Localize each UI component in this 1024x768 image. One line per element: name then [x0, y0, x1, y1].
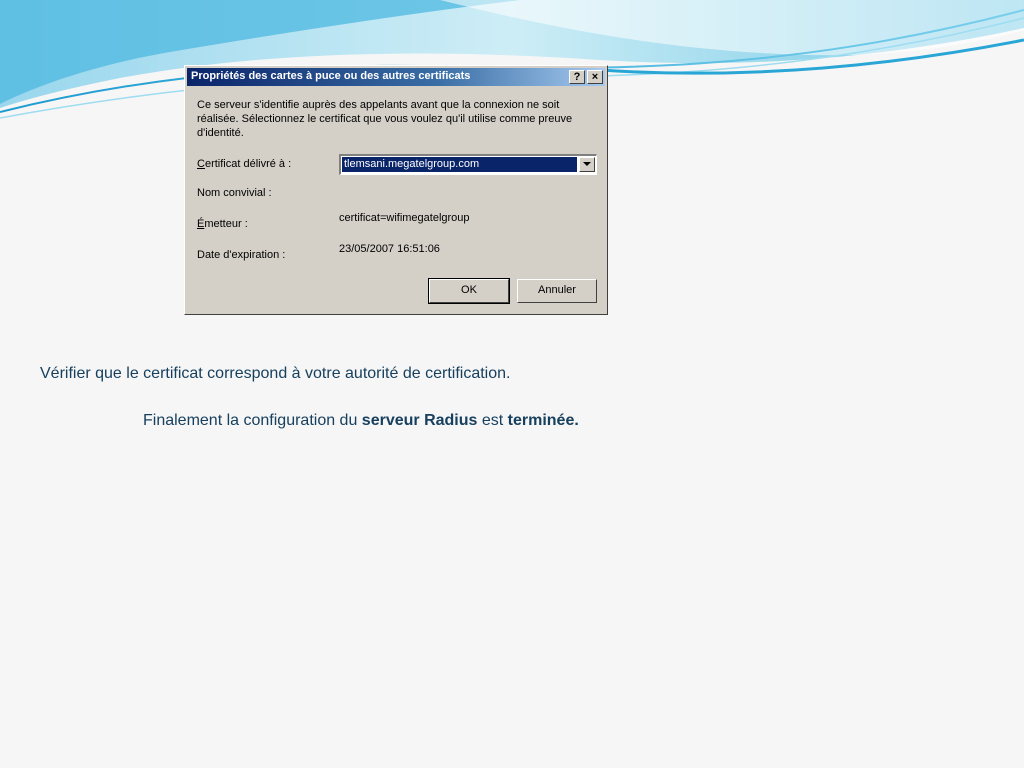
expiration-date-value: 23/05/2007 16:51:06 — [339, 243, 440, 255]
certificate-label-mnemonic: C — [197, 158, 205, 170]
dropdown-arrow-button[interactable] — [579, 157, 595, 172]
friendly-name-label: Nom convivial : — [197, 187, 272, 199]
issuer-label: Émetteur : — [197, 218, 248, 230]
dialog-titlebar[interactable]: Propriétés des cartes à puce ou des autr… — [187, 68, 605, 86]
caption-text-part1: Finalement la configuration du — [143, 412, 362, 429]
help-button[interactable]: ? — [569, 70, 585, 84]
caption-text-part2: est — [477, 412, 508, 429]
dialog-title: Propriétés des cartes à puce ou des autr… — [191, 70, 471, 82]
ok-button[interactable]: OK — [428, 278, 510, 304]
caption-radius-server: serveur Radius — [361, 412, 478, 429]
expiration-date-label: Date d'expiration : — [197, 249, 286, 261]
certificate-label-rest: ertificat délivré à : — [204, 158, 292, 170]
issuer-label-rest: metteur : — [204, 218, 248, 230]
configuration-complete-caption: Finalement la configuration du serveur R… — [143, 412, 579, 430]
certificate-dropdown[interactable]: tlemsani.megatelgroup.com — [339, 154, 597, 175]
cancel-button[interactable]: Annuler — [517, 279, 597, 303]
chevron-down-icon — [583, 162, 591, 166]
certificate-selected-value: tlemsani.megatelgroup.com — [342, 157, 577, 172]
certificate-properties-dialog: Propriétés des cartes à puce ou des autr… — [184, 65, 608, 315]
verify-certificate-caption: Vérifier que le certificat correspond à … — [40, 365, 511, 382]
certificate-issued-to-label: Certificat délivré à : — [197, 158, 291, 170]
caption-finished: terminée. — [507, 412, 579, 429]
close-button[interactable]: × — [587, 70, 603, 84]
intro-text: Ce serveur s'identifie auprès des appela… — [197, 99, 573, 139]
issuer-value: certificat=wifimegatelgroup — [339, 212, 470, 224]
